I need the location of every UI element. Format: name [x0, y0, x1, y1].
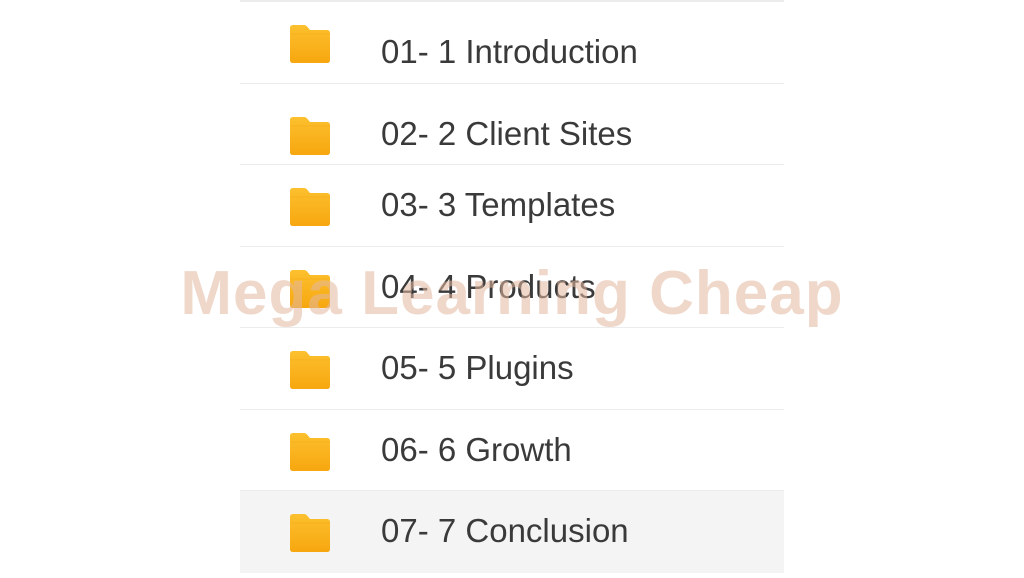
folder-icon: [287, 116, 333, 156]
folder-row-products[interactable]: 04- 4 Products: [240, 247, 784, 328]
folder-row-introduction[interactable]: 01- 1 Introduction: [240, 2, 784, 84]
folder-label: 07- 7 Conclusion: [381, 512, 629, 549]
folder-icon: [287, 432, 333, 472]
folder-icon: [287, 187, 333, 227]
folder-label: 05- 5 Plugins: [381, 349, 574, 386]
folder-row-conclusion[interactable]: 07- 7 Conclusion: [240, 491, 784, 573]
folder-list: 01- 1 Introduction 02- 2 Client Sites 03…: [240, 0, 784, 578]
folder-row-client-sites[interactable]: 02- 2 Client Sites: [240, 84, 784, 165]
folder-row-plugins[interactable]: 05- 5 Plugins: [240, 328, 784, 410]
folder-label: 01- 1 Introduction: [381, 33, 638, 70]
folder-icon: [287, 269, 333, 309]
folder-label: 04- 4 Products: [381, 267, 596, 305]
folder-icon: [287, 513, 333, 553]
folder-row-templates[interactable]: 03- 3 Templates: [240, 165, 784, 247]
folder-icon: [287, 350, 333, 390]
folder-row-growth[interactable]: 06- 6 Growth: [240, 410, 784, 491]
folder-label: 03- 3 Templates: [381, 186, 616, 223]
folder-label: 02- 2 Client Sites: [381, 114, 633, 152]
folder-icon: [287, 24, 333, 64]
folder-label: 06- 6 Growth: [381, 430, 572, 468]
